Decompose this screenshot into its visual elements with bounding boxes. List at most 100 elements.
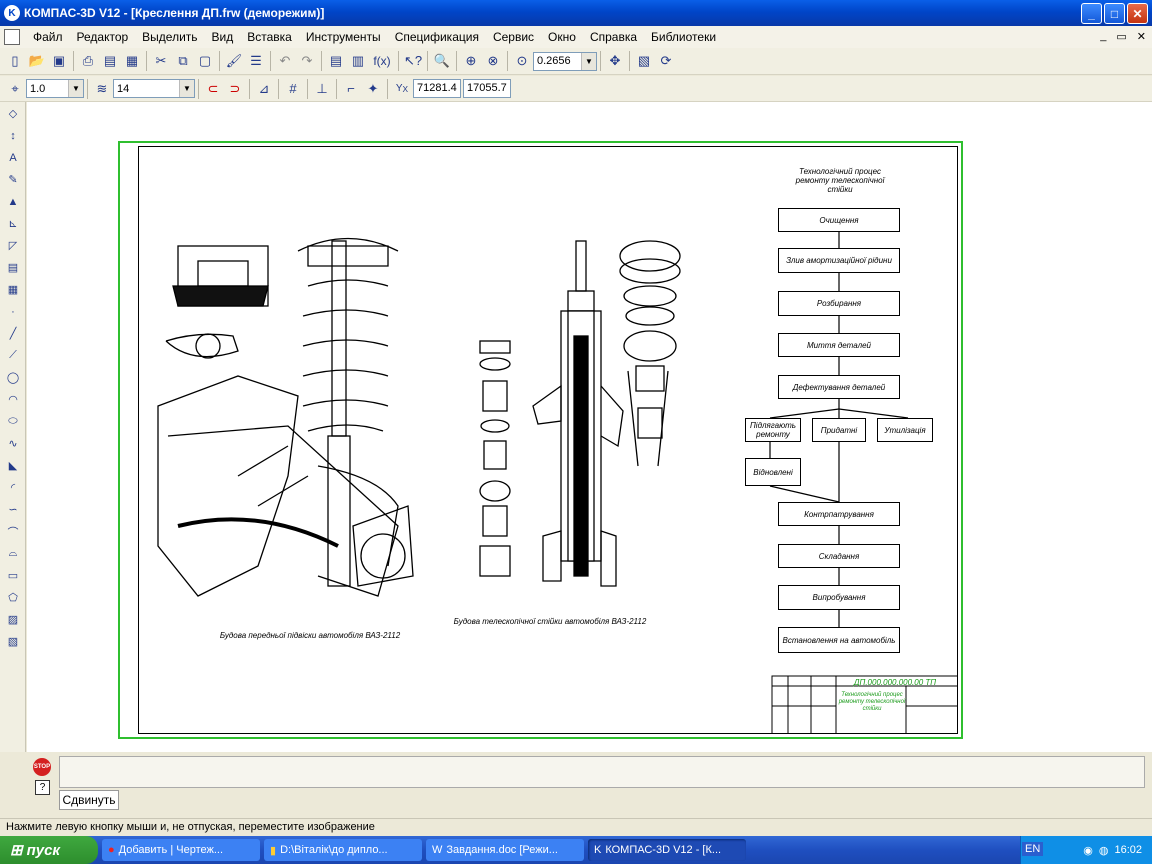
- parametrize-icon[interactable]: ▲: [2, 192, 24, 211]
- close-button[interactable]: ✕: [1127, 3, 1148, 24]
- minimize-button[interactable]: _: [1081, 3, 1102, 24]
- reports-icon[interactable]: ▦: [2, 280, 24, 299]
- circle-icon[interactable]: ◯: [2, 368, 24, 387]
- print-preview-icon[interactable]: ▤: [99, 50, 121, 72]
- point-icon[interactable]: ·: [2, 302, 24, 321]
- menu-libraries[interactable]: Библиотеки: [644, 30, 723, 44]
- round-icon[interactable]: ⌐: [340, 78, 362, 100]
- fillet-icon[interactable]: ◜: [2, 478, 24, 497]
- menu-editor[interactable]: Редактор: [70, 30, 136, 44]
- mdi-minimize-button[interactable]: _: [1100, 30, 1106, 43]
- separator: [600, 51, 601, 71]
- start-button[interactable]: ⊞ пуск: [0, 836, 98, 864]
- zoom-combo[interactable]: 0.2656 ▼: [533, 51, 597, 71]
- cut-icon[interactable]: ✂: [150, 50, 172, 72]
- task-word[interactable]: W Завдання.doc [Режи...: [426, 839, 584, 861]
- manager-icon[interactable]: ▤: [325, 50, 347, 72]
- flow-step: Миття деталей: [778, 333, 900, 357]
- print-icon[interactable]: ⎙: [77, 50, 99, 72]
- chevron-down-icon[interactable]: ▼: [68, 80, 83, 97]
- parametric-icon[interactable]: ✦: [362, 78, 384, 100]
- dimensions-icon[interactable]: ↕: [2, 126, 24, 145]
- hatch-icon[interactable]: ▨: [2, 610, 24, 629]
- tray-app-icon[interactable]: ◍: [1099, 844, 1109, 857]
- document-icon[interactable]: [4, 29, 20, 45]
- polyline-icon[interactable]: ⟋: [2, 346, 24, 365]
- mdi-close-button[interactable]: ✕: [1137, 30, 1146, 43]
- undo-icon[interactable]: ↶: [274, 50, 296, 72]
- spec-icon[interactable]: ▤: [2, 258, 24, 277]
- new-file-icon[interactable]: ▯: [4, 50, 26, 72]
- format-brush-icon[interactable]: 🖌: [223, 50, 245, 72]
- menu-help[interactable]: Справка: [583, 30, 644, 44]
- select-icon[interactable]: ◸: [2, 236, 24, 255]
- variables-fx-button[interactable]: f(x): [369, 50, 395, 72]
- contour-icon[interactable]: ⌒: [2, 522, 24, 541]
- zoom-scale-icon[interactable]: ⊙: [511, 50, 533, 72]
- ortho-icon[interactable]: ⊿: [253, 78, 275, 100]
- arc-icon[interactable]: ◠: [2, 390, 24, 409]
- menu-service[interactable]: Сервис: [486, 30, 541, 44]
- pan-icon[interactable]: ✥: [604, 50, 626, 72]
- spline-icon[interactable]: ∿: [2, 434, 24, 453]
- kompas-app-icon[interactable]: K: [4, 5, 20, 21]
- geometry-icon[interactable]: ◇: [2, 104, 24, 123]
- edit-icon[interactable]: ✎: [2, 170, 24, 189]
- mdi-restore-button[interactable]: ▭: [1116, 30, 1126, 43]
- task-folder[interactable]: ▮ D:\Віталік\до дипло...: [264, 839, 422, 861]
- tab-move[interactable]: Сдвинуть: [59, 790, 119, 810]
- refresh-icon[interactable]: ⟳: [655, 50, 677, 72]
- zoom-all-icon[interactable]: ⊗: [482, 50, 504, 72]
- chevron-down-icon[interactable]: ▼: [581, 52, 596, 70]
- maximize-button[interactable]: □: [1104, 3, 1125, 24]
- zoom-in-icon[interactable]: ⊕: [460, 50, 482, 72]
- bezier-icon[interactable]: ∽: [2, 500, 24, 519]
- menu-tools[interactable]: Инструменты: [299, 30, 388, 44]
- menu-specification[interactable]: Спецификация: [388, 30, 486, 44]
- notation-icon[interactable]: A: [2, 148, 24, 167]
- polygon-icon[interactable]: ⬠: [2, 588, 24, 607]
- menu-insert[interactable]: Вставка: [240, 30, 299, 44]
- save-icon[interactable]: ▣: [48, 50, 70, 72]
- opera-icon: ●: [108, 844, 115, 856]
- layers-icon[interactable]: ▧: [633, 50, 655, 72]
- menu-select[interactable]: Выделить: [135, 30, 204, 44]
- zoom-window-icon[interactable]: 🔍: [431, 50, 453, 72]
- step-combo[interactable]: 1.0 ▼: [26, 79, 84, 98]
- task-opera[interactable]: ● Добавить | Чертеж...: [102, 839, 260, 861]
- task-kompas[interactable]: K КОМПАС-3D V12 - [К...: [588, 839, 746, 861]
- redo-icon[interactable]: ↷: [296, 50, 318, 72]
- menu-file[interactable]: Файл: [26, 30, 70, 44]
- layer-combo[interactable]: 14 ▼: [113, 79, 195, 98]
- measure-icon[interactable]: ⊾: [2, 214, 24, 233]
- ellipse-icon[interactable]: ⬭: [2, 412, 24, 431]
- coord-y-field[interactable]: 17055.7: [463, 79, 511, 98]
- chamfer-icon[interactable]: ◣: [2, 456, 24, 475]
- open-folder-icon[interactable]: 📂: [26, 50, 48, 72]
- snap-icon[interactable]: ⊂: [202, 78, 224, 100]
- library-icon[interactable]: ▥: [347, 50, 369, 72]
- paste-icon[interactable]: ▢: [194, 50, 216, 72]
- collection-icon[interactable]: ▧: [2, 632, 24, 651]
- tray-app-icon[interactable]: ◉: [1083, 844, 1093, 857]
- local-cs-icon[interactable]: ⊥: [311, 78, 333, 100]
- equidistant-icon[interactable]: ⌓: [2, 544, 24, 563]
- copy-icon[interactable]: ⧉: [172, 50, 194, 72]
- layer-icon[interactable]: ≋: [91, 78, 113, 100]
- folder-icon: ▮: [270, 844, 277, 857]
- properties-icon[interactable]: ▦: [121, 50, 143, 72]
- step-cursor-icon[interactable]: ⌖: [4, 78, 26, 100]
- list-icon[interactable]: ☰: [245, 50, 267, 72]
- help-button[interactable]: ?: [35, 780, 50, 795]
- grid-icon[interactable]: #: [282, 78, 304, 100]
- stop-button[interactable]: STOP: [33, 758, 51, 776]
- coord-x-field[interactable]: 71281.4: [413, 79, 461, 98]
- local-snap-icon[interactable]: ⊃: [224, 78, 246, 100]
- menu-window[interactable]: Окно: [541, 30, 583, 44]
- chevron-down-icon[interactable]: ▼: [179, 80, 194, 97]
- language-indicator[interactable]: EN: [1022, 842, 1044, 856]
- help-cursor-icon[interactable]: ↖?: [402, 50, 424, 72]
- rectangle-icon[interactable]: ▭: [2, 566, 24, 585]
- menu-view[interactable]: Вид: [205, 30, 241, 44]
- segment-icon[interactable]: ╱: [2, 324, 24, 343]
